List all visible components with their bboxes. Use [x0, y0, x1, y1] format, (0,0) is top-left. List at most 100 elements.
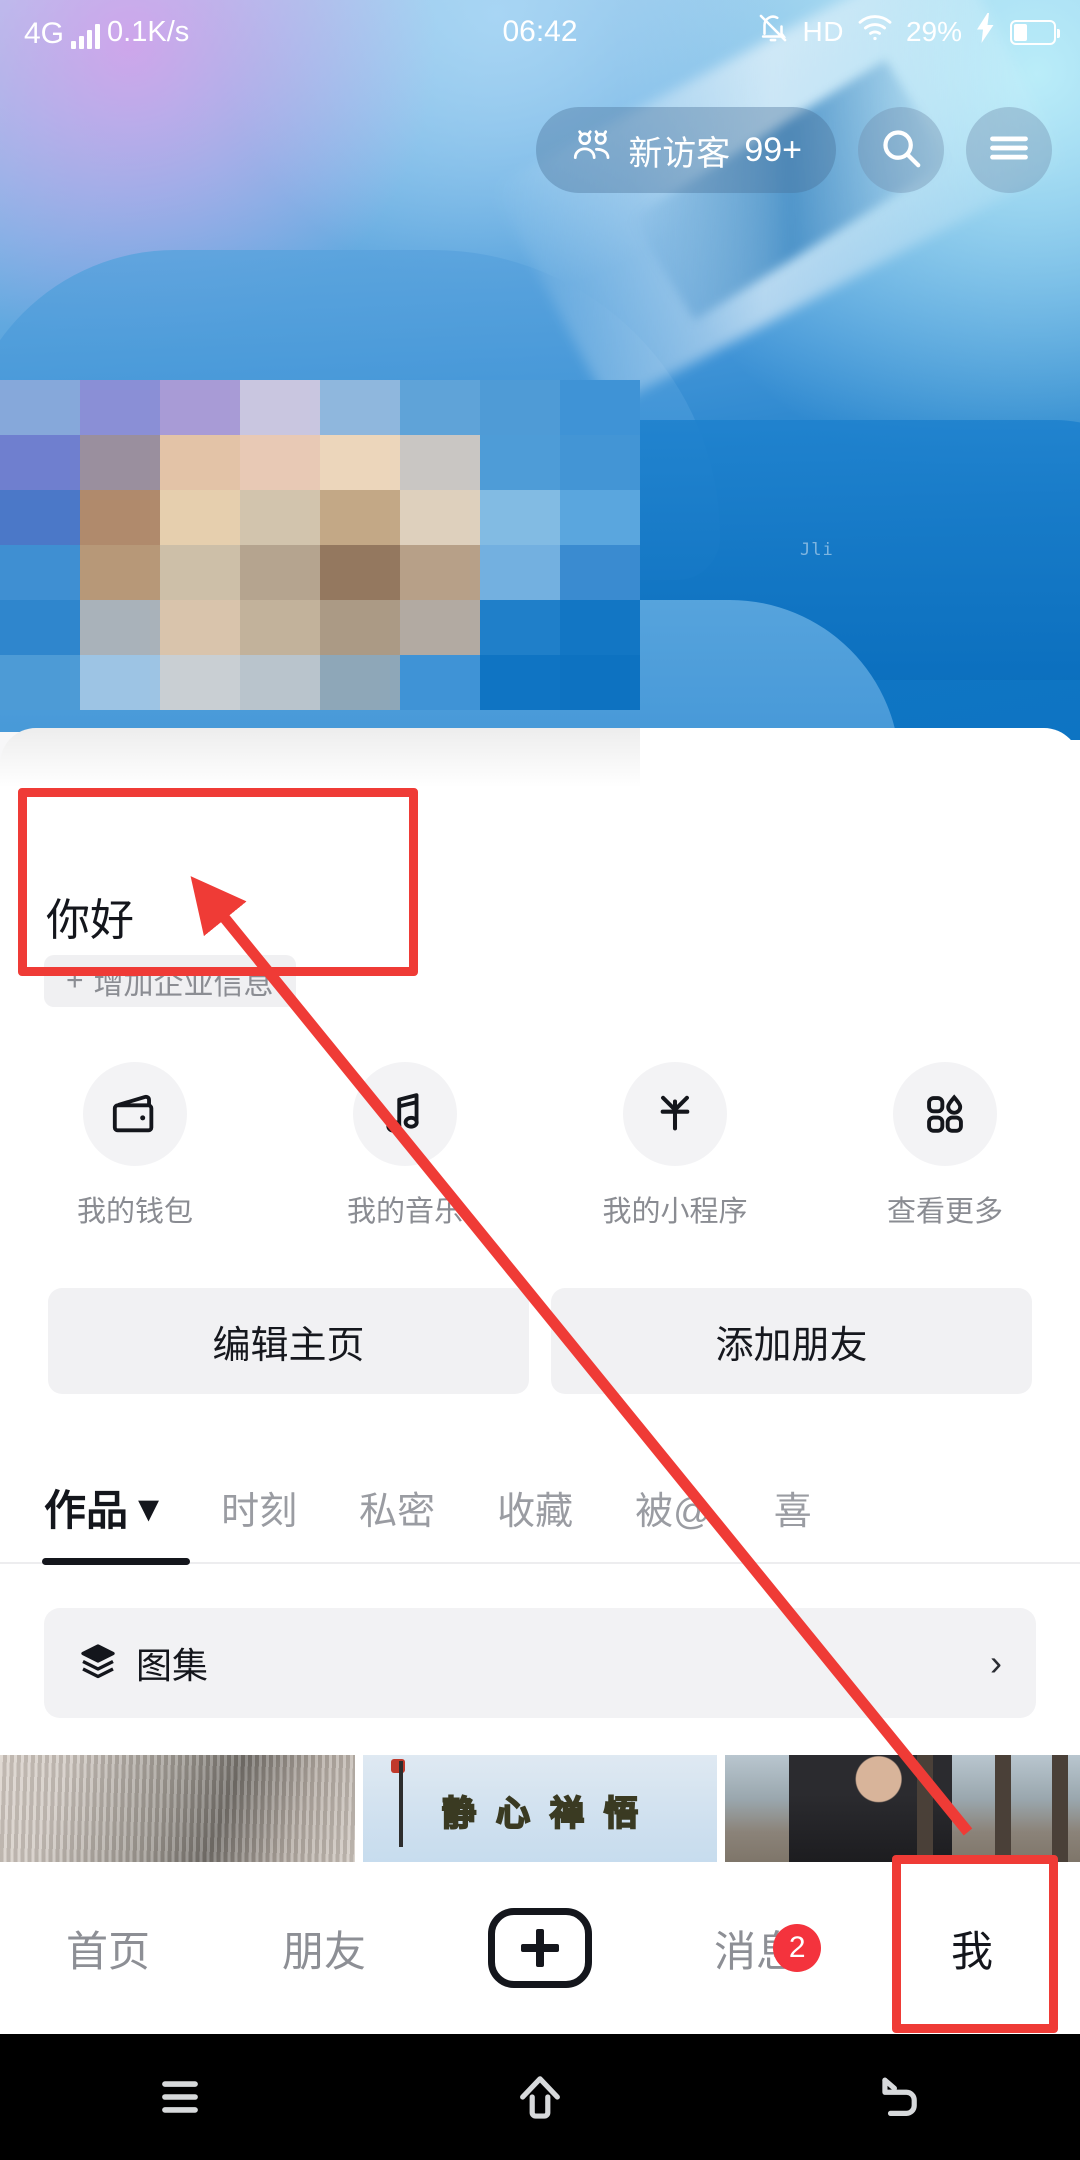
tab-likes[interactable]: 喜 — [774, 1480, 812, 1535]
mosaic-cell — [80, 380, 160, 435]
album-row[interactable]: 图集 › — [44, 1608, 1036, 1718]
thumbnail-text: 禅 — [549, 1794, 585, 1834]
quick-actions-row: 我的钱包 我的音乐 我的小程序 查看更多 — [0, 1062, 1080, 1230]
mosaic-cell — [0, 655, 80, 710]
mosaic-cell — [320, 435, 400, 490]
mosaic-cell — [160, 600, 240, 655]
mosaic-cell — [480, 545, 560, 600]
mute-bell-icon — [756, 11, 790, 53]
new-visitors-button[interactable]: 新访客 99+ — [536, 107, 836, 193]
mosaic-cell — [400, 545, 480, 600]
quick-action-music[interactable]: 我的音乐 — [270, 1062, 540, 1230]
new-visitors-label: 新访客 — [628, 134, 731, 173]
mosaic-cell — [160, 435, 240, 490]
mosaic-cell — [0, 600, 80, 655]
android-navigation-bar — [0, 2034, 1080, 2160]
quick-action-label: 我的钱包 — [76, 1196, 193, 1228]
mosaic-cell — [240, 490, 320, 545]
mosaic-cell — [160, 490, 240, 545]
mosaic-cell — [400, 490, 480, 545]
mosaic-cell — [240, 435, 320, 490]
quick-action-label: 我的音乐 — [346, 1196, 463, 1228]
mosaic-cell — [560, 435, 640, 490]
wallet-icon — [83, 1062, 187, 1166]
annotation-box-nickname — [18, 788, 418, 976]
thumbnail-text: 心 — [495, 1794, 531, 1834]
messages-badge: 2 — [773, 1923, 822, 1972]
status-bar-right: HD 29% — [756, 11, 1060, 53]
mosaic-cell — [480, 435, 560, 490]
cover-watermark: Jli — [800, 540, 834, 560]
charging-bolt-icon — [975, 13, 997, 51]
tab-favorites[interactable]: 收藏 — [497, 1480, 573, 1535]
tab-works[interactable]: 作品 ▾ — [44, 1477, 159, 1538]
edit-homepage-button[interactable]: 编辑主页 — [48, 1288, 529, 1394]
tab-mentions[interactable]: 被@ — [635, 1480, 712, 1535]
mosaic-cell — [160, 545, 240, 600]
thumbnail-text: 静 — [441, 1794, 477, 1834]
mosaic-cell — [320, 600, 400, 655]
thumbnail-decoration — [994, 1755, 1011, 1865]
nav-item-create[interactable] — [432, 1908, 648, 1988]
mosaic-cell — [160, 380, 240, 435]
status-bar: 4G 0.1K/s 06:42 HD 29% — [0, 0, 1080, 64]
new-visitors-count: 99+ — [744, 130, 802, 169]
mosaic-cell — [240, 600, 320, 655]
nav-item-home[interactable]: 首页 — [0, 1918, 216, 1979]
censored-avatar-mosaic — [0, 380, 640, 710]
mosaic-cell — [160, 655, 240, 710]
tab-moments[interactable]: 时刻 — [221, 1480, 297, 1535]
quick-action-label: 查看更多 — [886, 1196, 1003, 1228]
back-icon[interactable] — [720, 2073, 1080, 2121]
mosaic-cell — [560, 655, 640, 710]
mosaic-cell — [240, 545, 320, 600]
mosaic-cell — [400, 435, 480, 490]
thumbnail-item[interactable] — [725, 1755, 1080, 1865]
mosaic-cell — [0, 545, 80, 600]
nav-item-friends[interactable]: 朋友 — [216, 1918, 432, 1979]
thumbnail-decoration — [398, 1761, 403, 1847]
mosaic-cell — [80, 655, 160, 710]
home-icon[interactable] — [360, 2071, 720, 2123]
tab-label: 作品 — [44, 1486, 129, 1534]
mosaic-cell — [240, 655, 320, 710]
thumbnail-text: 悟 — [603, 1794, 639, 1834]
recents-menu-icon[interactable] — [0, 2075, 360, 2119]
annotation-box-me-tab — [892, 1855, 1058, 2033]
profile-tabs: 作品 ▾ 时刻 私密 收藏 被@ 喜 — [0, 1452, 1080, 1562]
plus-create-icon — [488, 1908, 592, 1988]
mosaic-cell — [240, 380, 320, 435]
quick-action-more[interactable]: 查看更多 — [810, 1062, 1080, 1230]
quick-action-mini-program[interactable]: 我的小程序 — [540, 1062, 810, 1230]
battery-icon — [1010, 19, 1060, 45]
battery-percent-label: 29% — [905, 16, 962, 47]
add-friend-button[interactable]: 添加朋友 — [551, 1288, 1032, 1394]
grid-more-icon — [893, 1062, 997, 1166]
music-note-icon — [353, 1062, 457, 1166]
visitors-icon — [570, 129, 614, 171]
mosaic-cell — [400, 655, 480, 710]
thumbnail-decoration — [1051, 1755, 1068, 1865]
search-button[interactable] — [858, 107, 944, 193]
mosaic-cell — [80, 545, 160, 600]
profile-action-buttons: 编辑主页 添加朋友 — [0, 1288, 1080, 1394]
main-menu-button[interactable] — [966, 107, 1052, 193]
wifi-icon — [857, 13, 893, 51]
mosaic-cell — [480, 380, 560, 435]
phone-screen: Jli 4G 0.1K/s 06:42 HD 29% 新访客 99+ 你好 + … — [0, 0, 1080, 2160]
mosaic-cell — [480, 600, 560, 655]
profile-top-action-bar: 新访客 99+ — [0, 90, 1080, 210]
quick-action-wallet[interactable]: 我的钱包 — [0, 1062, 270, 1230]
mosaic-cell — [480, 655, 560, 710]
hd-icon: HD — [802, 16, 844, 47]
thumbnail-item[interactable] — [0, 1755, 355, 1865]
mosaic-cell — [480, 490, 560, 545]
nav-item-messages[interactable]: 消息 2 — [648, 1918, 864, 1979]
tab-private[interactable]: 私密 — [359, 1480, 435, 1535]
works-thumbnail-grid: 静 心 禅 悟 — [0, 1755, 1080, 1865]
thumbnail-decoration — [916, 1755, 933, 1865]
hamburger-menu-icon — [987, 131, 1031, 170]
thumbnail-item[interactable]: 静 心 禅 悟 — [362, 1755, 718, 1865]
mosaic-cell — [400, 380, 480, 435]
mosaic-cell — [80, 600, 160, 655]
